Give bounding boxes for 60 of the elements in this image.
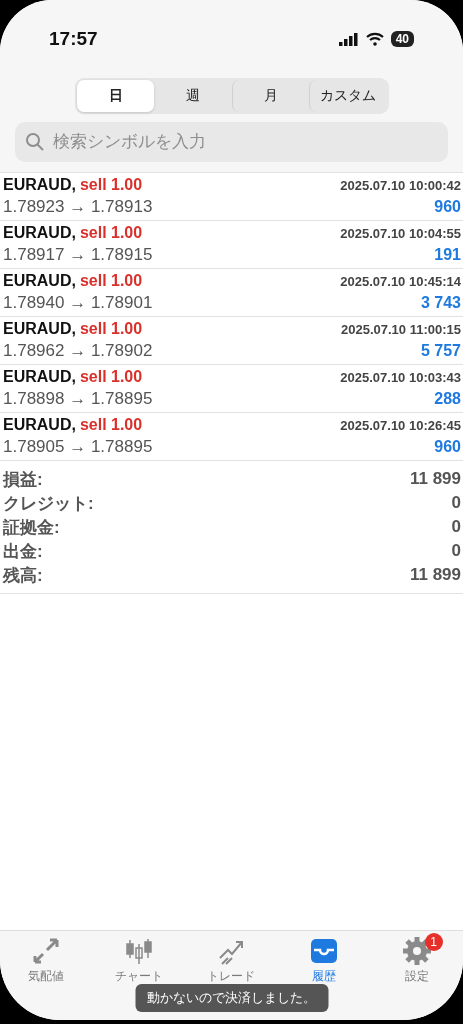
deal-prices: 1.78940 → 1.78901 <box>3 293 153 313</box>
period-tab[interactable]: 日 <box>76 80 154 112</box>
deal-time: 2025.07.10 10:26:45 <box>340 417 461 433</box>
summary-value: 0 <box>451 541 461 561</box>
deal-symbol: EURAUD, <box>3 176 76 193</box>
summary-value: 11 899 <box>409 565 461 585</box>
deal-profit: 960 <box>434 438 461 456</box>
deal-prices: 1.78962 → 1.78902 <box>3 341 153 361</box>
settings-icon <box>401 936 432 966</box>
arrows-icon <box>31 936 62 966</box>
toast-message: 動かないので決済しました。 <box>135 984 328 1012</box>
deal-prices: 1.78923 → 1.78913 <box>3 197 153 217</box>
deal-symbol: EURAUD, <box>3 368 76 385</box>
deal-symbol: EURAUD, <box>3 320 76 337</box>
summary-value: 0 <box>451 517 461 537</box>
period-tab[interactable]: 月 <box>231 80 309 112</box>
deal-time: 2025.07.10 10:03:43 <box>340 369 461 385</box>
summary-label: 損益: <box>3 468 43 491</box>
deal-side: sell 1.00 <box>79 368 143 385</box>
deal-time: 2025.07.10 11:00:15 <box>341 321 461 337</box>
candlestick-icon <box>123 936 154 966</box>
summary-label: 残高: <box>3 564 43 587</box>
deal-prices: 1.78898 → 1.78895 <box>3 389 153 409</box>
summary-label: 出金: <box>3 540 43 563</box>
signal-icon <box>338 32 359 46</box>
nav-tab[interactable]: トレード <box>185 936 278 985</box>
deal-profit: 191 <box>434 246 461 264</box>
summary-label: クレジット: <box>3 492 94 515</box>
summary-value: 0 <box>451 493 461 513</box>
deal-profit: 288 <box>434 390 461 408</box>
clock: 17:57 <box>49 28 98 50</box>
deal-profit: 5 757 <box>420 342 461 360</box>
deal-side: sell 1.00 <box>79 176 143 193</box>
search-field[interactable]: 検索シンボルを入力 <box>15 122 448 162</box>
deal-side: sell 1.00 <box>79 224 143 241</box>
nav-tab[interactable]: チャート <box>92 936 186 985</box>
nav-tab[interactable]: 設定 1 <box>370 936 463 985</box>
period-tab[interactable]: カスタム <box>309 80 387 112</box>
deal-profit: 3 743 <box>420 294 461 312</box>
deal-time: 2025.07.10 10:45:14 <box>340 273 461 289</box>
nav-tab[interactable]: 履歴 <box>277 936 371 985</box>
inbox-icon <box>309 936 340 966</box>
deal-profit: 960 <box>434 198 461 216</box>
summary-label: 証拠金: <box>3 516 60 539</box>
wifi-icon <box>365 32 384 46</box>
deal-prices: 1.78905 → 1.78895 <box>3 437 153 457</box>
deal-side: sell 1.00 <box>79 320 143 337</box>
deal-symbol: EURAUD, <box>3 224 76 241</box>
summary-value: 11 899 <box>409 469 461 489</box>
deal-prices: 1.78917 → 1.78915 <box>3 245 153 265</box>
deal-time: 2025.07.10 10:00:42 <box>340 177 461 193</box>
deal-side: sell 1.00 <box>79 416 143 433</box>
battery-level: 40 <box>390 31 414 47</box>
deal-symbol: EURAUD, <box>3 416 76 433</box>
deal-side: sell 1.00 <box>79 272 143 289</box>
nav-tab[interactable]: 気配値 <box>0 936 93 985</box>
notification-badge: 1 <box>424 933 443 951</box>
deal-time: 2025.07.10 10:04:55 <box>340 225 461 241</box>
period-tab[interactable]: 週 <box>154 80 232 112</box>
deal-symbol: EURAUD, <box>3 272 76 289</box>
